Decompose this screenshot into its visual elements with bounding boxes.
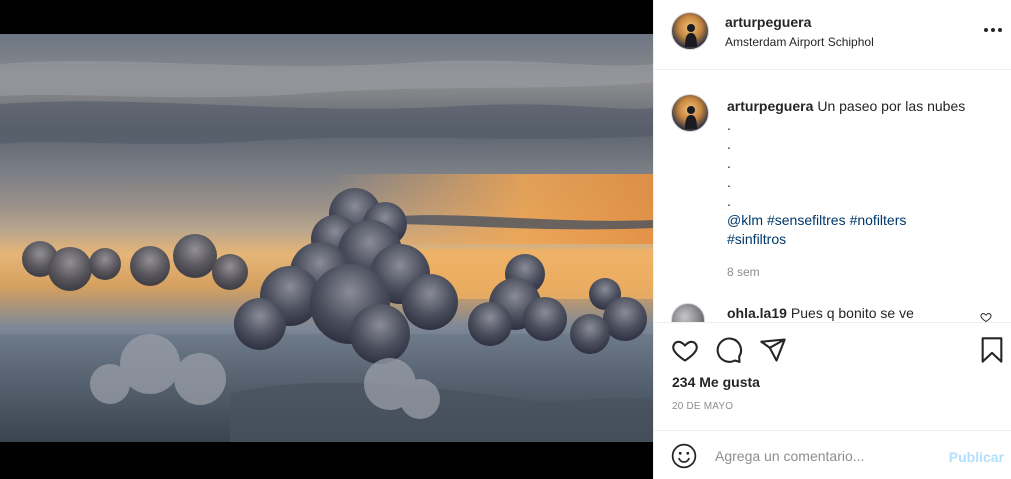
comment-text: Pues q bonito se ve [790,305,914,321]
caption-author-avatar[interactable] [671,94,709,132]
post-details-panel: arturpeguera Amsterdam Airport Schiphol … [653,0,1011,479]
photo-clouds-illustration [0,60,653,442]
author-username[interactable]: arturpeguera [725,14,811,30]
post-viewer: arturpeguera Amsterdam Airport Schiphol … [0,0,1011,479]
more-options-button[interactable] [982,20,1004,40]
comment-icon[interactable] [715,336,743,364]
post-header: arturpeguera Amsterdam Airport Schiphol [654,0,1011,70]
comment-item: ohla.la19 Pues q bonito se ve [727,305,914,321]
media-pane [0,0,653,479]
hashtag-link[interactable]: #sinfiltros [727,231,786,247]
bookmark-icon[interactable] [978,336,1006,364]
comment-like-heart-icon[interactable] [980,311,992,323]
post-photo[interactable] [0,34,653,442]
caption-tags: @klm #sensefiltres #nofilters #sinfiltros [727,212,910,247]
caption-dot: . [727,193,731,209]
post-caption: arturpeguera Un paseo por las nubes . . .… [727,97,997,249]
hashtag-link[interactable]: #sensefiltres [767,212,846,228]
caption-dot: . [727,117,731,133]
share-icon[interactable] [759,336,787,364]
emoji-icon[interactable] [671,443,697,469]
heart-icon[interactable] [671,336,699,364]
caption-dot: . [727,155,731,171]
caption-timestamp[interactable]: 8 sem [727,265,760,279]
likes-count[interactable]: 234 Me gusta [672,374,760,390]
commenter-avatar[interactable] [671,303,705,322]
mention-link[interactable]: @klm [727,212,763,228]
more-horizontal-icon-dot [998,28,1002,32]
person-silhouette-icon [685,24,697,47]
caption-dot: . [727,174,731,190]
caption-username[interactable]: arturpeguera [727,98,813,114]
post-date[interactable]: 20 DE MAYO [672,401,733,412]
add-comment-bar: Publicar [654,430,1011,479]
author-avatar[interactable] [671,12,709,50]
more-horizontal-icon [984,28,988,32]
caption-dot: . [727,136,731,152]
publish-button[interactable]: Publicar [949,449,1004,465]
comment-input[interactable] [715,443,935,469]
caption-text: Un paseo por las nubes [817,98,966,114]
post-actions-bar [654,324,1011,372]
more-horizontal-icon-dot [991,28,995,32]
comment-username[interactable]: ohla.la19 [727,305,787,321]
person-silhouette-icon [685,106,697,129]
hashtag-link[interactable]: #nofilters [850,212,907,228]
comments-section[interactable]: arturpeguera Un paseo por las nubes . . .… [654,71,1011,323]
post-location[interactable]: Amsterdam Airport Schiphol [725,35,874,49]
